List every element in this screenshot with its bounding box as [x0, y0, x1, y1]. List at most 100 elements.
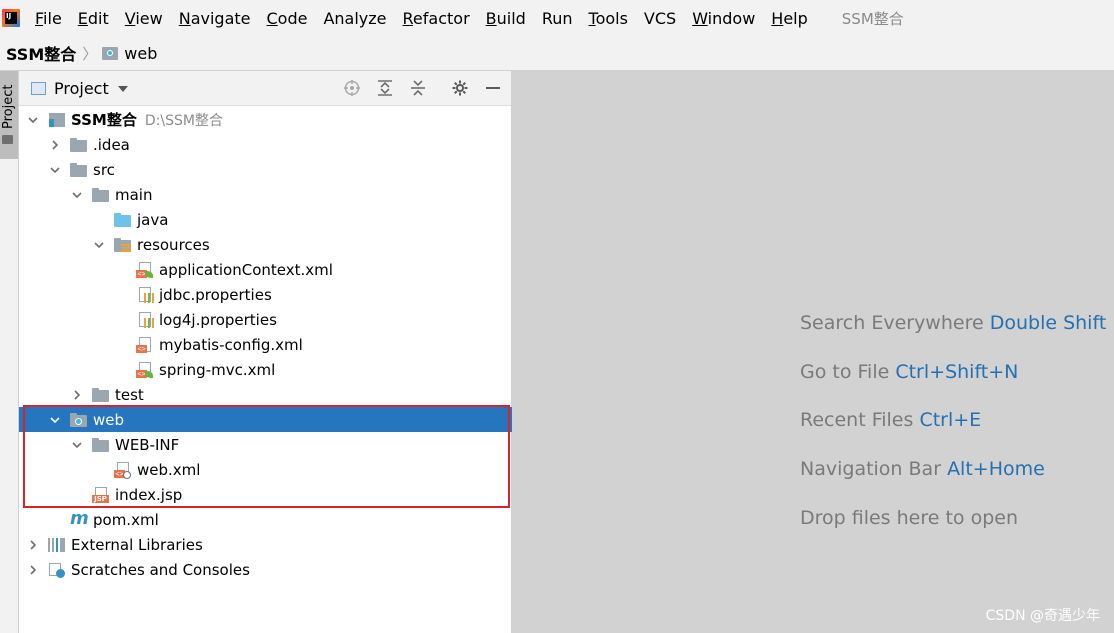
tree-row[interactable]: web — [19, 407, 541, 432]
tree-row[interactable]: resources — [19, 232, 585, 257]
chevron-right-icon[interactable] — [71, 389, 83, 401]
tree-row[interactable]: SSM整合 D:\SSM整合 — [19, 107, 519, 132]
web-xml-file-icon: <> — [114, 461, 132, 479]
hint-shortcut: Ctrl+Shift+N — [895, 361, 1019, 383]
chevron-down-icon[interactable] — [93, 239, 105, 251]
maven-icon: m — [70, 507, 89, 529]
folder-icon — [70, 162, 88, 178]
menu-label: iew — [135, 8, 163, 28]
hint-shortcut: Ctrl+E — [919, 409, 982, 431]
window-title: SSM整合 — [841, 9, 904, 28]
tree-row[interactable]: m pom.xml — [19, 507, 541, 532]
menu-label: Run — [541, 8, 573, 28]
menu-item-run[interactable]: Run — [542, 9, 573, 28]
menu-label: efactor — [412, 8, 470, 28]
menu-item-navigate[interactable]: Navigate — [179, 9, 251, 28]
chevron-down-icon[interactable] — [27, 114, 39, 126]
menu-label: elp — [783, 8, 808, 28]
gear-icon[interactable] — [450, 78, 470, 98]
source-folder-icon — [114, 212, 132, 228]
project-view-icon — [31, 81, 46, 95]
menu-item-analyze[interactable]: Analyze — [323, 9, 386, 28]
menu-item-file[interactable]: File — [35, 9, 62, 28]
jsp-file-icon: JSP — [92, 486, 110, 503]
menu-item-build[interactable]: Build — [486, 9, 526, 28]
tree-row[interactable]: main — [19, 182, 563, 207]
menu-bar: IJ File Edit View Navigate Code Analyze Refact… — [0, 0, 1114, 36]
chevron-right-icon[interactable] — [27, 564, 39, 576]
tree-row[interactable]: src — [19, 157, 541, 182]
menu-mnemonic: W — [692, 8, 708, 28]
tree-item-label: src — [93, 160, 115, 179]
menu-label: indow — [707, 8, 756, 28]
chevron-down-icon[interactable] — [49, 164, 61, 176]
menu-label: Analyze — [323, 8, 387, 28]
menu-label: dit — [87, 8, 109, 28]
tree-item-label: SSM整合 — [71, 111, 137, 129]
chevron-down-icon[interactable] — [117, 86, 128, 92]
watermark: CSDN @奇遇少年 — [985, 608, 1100, 624]
hint-text: Drop files here to open — [800, 507, 1019, 529]
tree-item-label: pom.xml — [93, 510, 159, 529]
tree-row[interactable]: <> web.xml — [19, 457, 585, 482]
breadcrumb-separator-icon: 〉 — [82, 44, 98, 63]
menu-mnemonic: B — [485, 8, 497, 28]
menu-item-edit[interactable]: Edit — [78, 9, 109, 28]
menu-item-code[interactable]: Code — [267, 9, 308, 28]
menu-item-window[interactable]: Window — [692, 9, 755, 28]
collapse-all-icon[interactable] — [408, 78, 428, 98]
editor-empty-area[interactable]: Search Everywhere Double Shift Go to File… — [512, 71, 1114, 633]
hint-text: Search Everywhere — [800, 312, 984, 334]
menu-item-help[interactable]: Help — [771, 9, 807, 28]
chevron-down-icon[interactable] — [49, 414, 61, 426]
menu-item-vcs[interactable]: VCS — [644, 9, 676, 28]
editor-hint: Recent Files Ctrl+E — [800, 409, 981, 431]
tree-item-label: Scratches and Consoles — [71, 560, 250, 579]
menu-item-view[interactable]: View — [125, 9, 163, 28]
tree-item-label: resources — [137, 235, 210, 254]
menu-mnemonic: T — [588, 8, 596, 28]
tree-item-label: spring-mvc.xml — [159, 360, 276, 379]
chevron-right-icon[interactable] — [49, 139, 61, 151]
folder-icon — [92, 387, 110, 403]
tree-row[interactable]: Scratches and Consoles — [19, 557, 519, 582]
menu-item-refactor[interactable]: Refactor — [403, 9, 470, 28]
chevron-right-icon[interactable] — [27, 539, 39, 551]
menu-mnemonic: N — [178, 8, 191, 28]
breadcrumb-web[interactable]: web — [124, 44, 157, 63]
chevron-down-icon[interactable] — [71, 439, 83, 451]
breadcrumb-root[interactable]: SSM整合 — [6, 41, 76, 65]
menu-label: ile — [43, 8, 62, 28]
menu-label: uild — [496, 8, 526, 28]
web-folder-icon — [70, 412, 88, 428]
web-folder-icon — [102, 46, 119, 60]
tree-row[interactable]: .idea — [19, 132, 541, 157]
editor-hint: Search Everywhere Double Shift — [800, 312, 1106, 334]
hint-text: Recent Files — [800, 409, 914, 431]
tree-item-label: web — [93, 410, 125, 429]
tree-item-label: java — [137, 210, 169, 229]
menu-mnemonic: F — [35, 8, 44, 28]
minimize-icon[interactable] — [483, 78, 503, 98]
project-panel-title[interactable]: Project — [54, 79, 109, 98]
locate-icon[interactable] — [342, 78, 362, 98]
chevron-down-icon[interactable] — [71, 189, 83, 201]
resources-folder-icon — [114, 237, 132, 253]
tree-row[interactable]: WEB-INF — [19, 432, 563, 457]
xml-file-icon: <> — [136, 336, 154, 353]
expand-all-icon[interactable] — [375, 78, 395, 98]
tree-row[interactable]: External Libraries — [19, 532, 519, 557]
tree-row[interactable]: JSP index.jsp — [19, 482, 563, 507]
tree-row[interactable]: test — [19, 382, 563, 407]
folder-icon — [70, 137, 88, 153]
tree-item-label: .idea — [93, 135, 130, 154]
project-tool-tab[interactable]: Project — [0, 71, 18, 159]
hint-text: Go to File — [800, 361, 890, 383]
hint-shortcut: Alt+Home — [947, 458, 1045, 480]
tree-item-path: D:\SSM整合 — [144, 112, 223, 129]
menu-item-tools[interactable]: Tools — [589, 9, 628, 28]
tree-item-label: mybatis-config.xml — [159, 335, 303, 354]
tree-item-label: web.xml — [137, 460, 201, 479]
tree-row[interactable]: java — [19, 207, 585, 232]
menu-label: VCS — [643, 8, 677, 28]
